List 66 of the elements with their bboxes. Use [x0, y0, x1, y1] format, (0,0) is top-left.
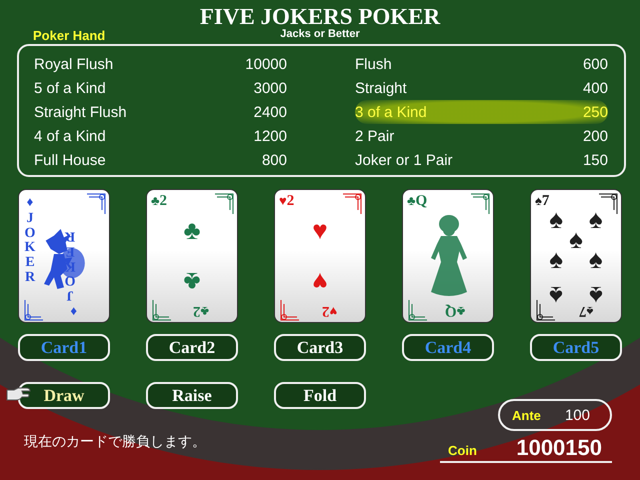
suit-pip: ♠	[549, 282, 564, 309]
payout-value: 250	[582, 104, 608, 120]
rank-label: Q	[416, 193, 428, 209]
ante-label: Ante	[512, 408, 541, 422]
ante-value: 100	[564, 406, 590, 424]
suit-symbol: ♦	[26, 194, 34, 210]
suit-pip: ♥	[312, 269, 328, 296]
suit-pip: ♠	[549, 246, 564, 272]
payout-value: 200	[582, 128, 608, 144]
paytable-label: Poker Hand	[33, 29, 106, 43]
action-button[interactable]: Raise	[146, 382, 238, 409]
card-hold-button[interactable]: Card3	[274, 334, 366, 361]
suit-symbol: ♠	[586, 303, 593, 319]
rank-label: 2	[160, 193, 168, 209]
coin-value: 1000150	[516, 435, 602, 461]
payout-value: 150	[582, 152, 608, 168]
payout-value: 2400	[254, 104, 287, 120]
rank-label: 7	[578, 303, 586, 319]
hand-name: Flush	[355, 56, 392, 72]
suit-symbol: ♥	[279, 193, 287, 209]
action-button[interactable]: Draw	[18, 382, 110, 409]
hand-name: Full House	[34, 152, 106, 168]
card-hold-button[interactable]: Card2	[146, 334, 238, 361]
hand-name: Straight Flush	[34, 104, 127, 120]
rank-label: 7	[542, 193, 550, 209]
payout-value: 10000	[245, 56, 287, 72]
payout-value: 800	[262, 152, 287, 168]
suit-symbol: ♣	[407, 193, 416, 209]
suit-pip: ♠	[569, 226, 583, 252]
joker-label: JOKER	[24, 212, 36, 286]
suit-symbol: ♥	[329, 303, 337, 319]
suit-pip: ♣	[183, 269, 201, 296]
card-hold-button[interactable]: Card5	[530, 334, 622, 361]
game-title: FIVE JOKERS POKER	[200, 5, 440, 29]
suit-pip: ♥	[312, 216, 328, 243]
suit-pip: ♣	[183, 216, 201, 243]
game-subtitle: Jacks or Better	[280, 29, 360, 40]
suit-symbol: ♦	[70, 303, 77, 319]
hand-name: Straight	[355, 80, 407, 96]
rank-label: 2	[322, 303, 330, 319]
suit-symbol: ♣	[151, 193, 160, 209]
status-message: 現在のカードで勝負します。	[24, 433, 206, 451]
coin-label: Coin	[448, 443, 477, 458]
payout-value: 400	[582, 80, 608, 96]
hand-name: 4 of a Kind	[34, 128, 106, 144]
payout-value: 600	[582, 56, 608, 72]
hand-name: Royal Flush	[34, 56, 114, 72]
suit-pip: ♠	[588, 206, 603, 232]
hand-name: 3 of a Kind	[355, 104, 427, 120]
action-button[interactable]: Fold	[274, 382, 366, 409]
hand-name: Joker or 1 Pair	[355, 152, 453, 168]
suit-symbol: ♠	[535, 193, 542, 209]
rank-label: Q	[444, 303, 456, 319]
card-hold-button[interactable]: Card1	[18, 334, 110, 361]
card-hold-button[interactable]: Card4	[402, 334, 494, 361]
suit-pip: ♠	[588, 246, 603, 272]
payout-value: 1200	[254, 128, 287, 144]
suit-symbol: ♣	[200, 303, 209, 319]
hand-name: 2 Pair	[355, 128, 394, 144]
rank-label: 2	[192, 303, 200, 319]
suit-symbol: ♣	[456, 303, 465, 319]
rank-label: 2	[286, 193, 294, 209]
hand-name: 5 of a Kind	[34, 80, 106, 96]
suit-pip: ♠	[549, 206, 564, 232]
payout-value: 3000	[254, 80, 287, 96]
pointing-hand-icon	[6, 386, 32, 402]
